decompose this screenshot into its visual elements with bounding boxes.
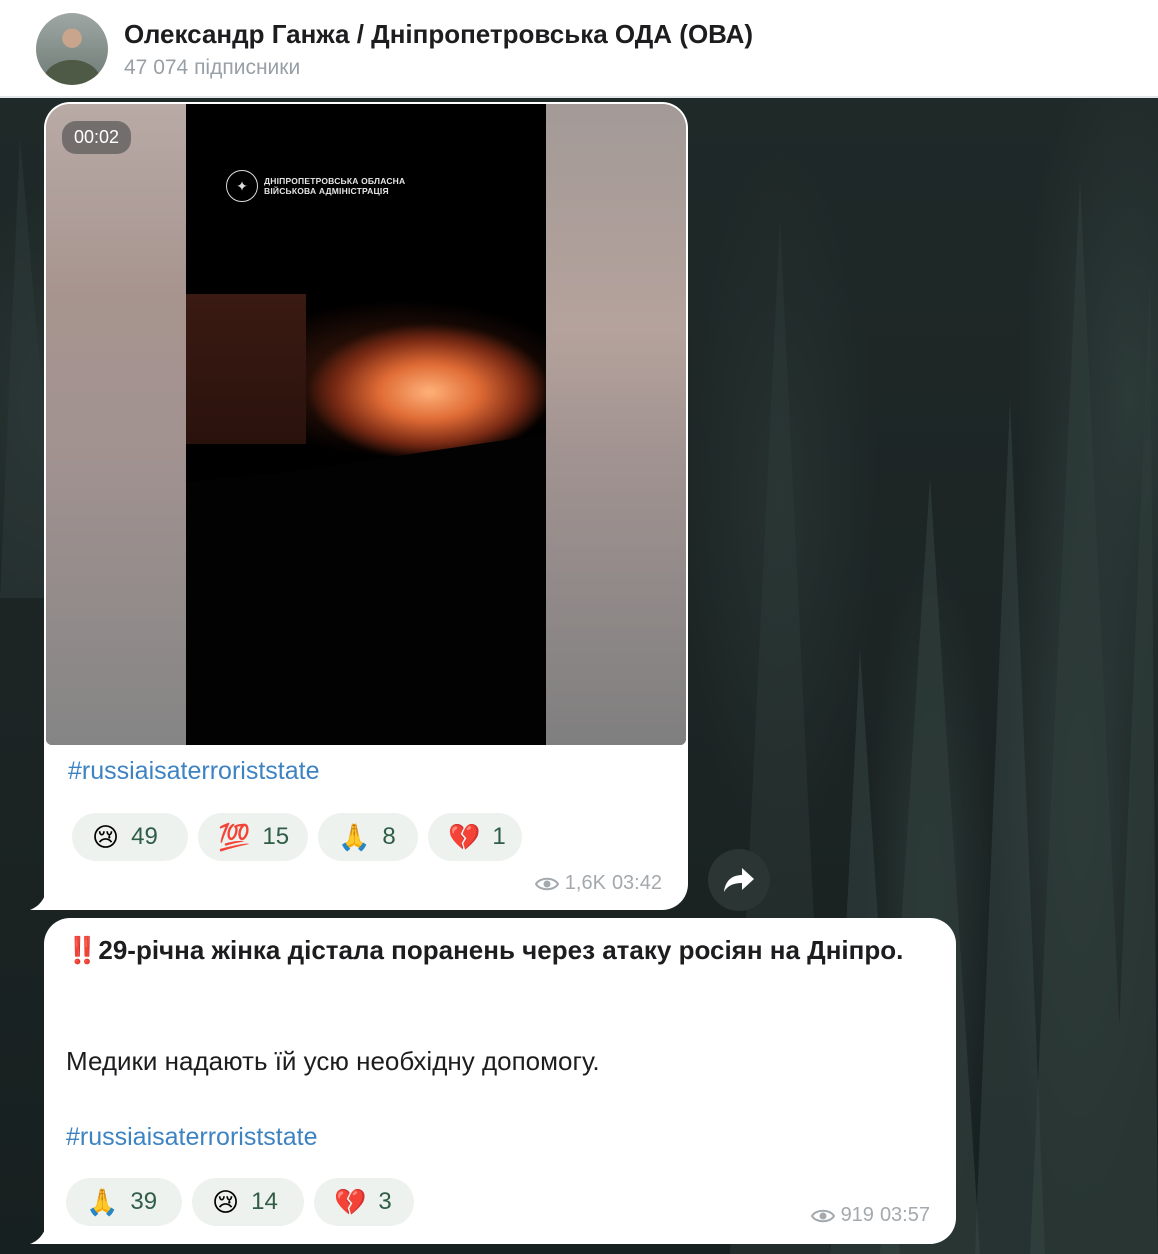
- video-blur-right: [546, 104, 686, 745]
- eye-icon: [534, 877, 559, 890]
- hashtag-link[interactable]: #russiaisaterroriststate: [66, 1123, 317, 1152]
- reaction-broken-heart[interactable]: 💔 3: [314, 1178, 414, 1226]
- reaction-count: 8: [382, 823, 396, 850]
- reaction-count: 14: [251, 1188, 278, 1215]
- dark-foreground: [186, 434, 546, 745]
- reaction-pray[interactable]: 🙏 8: [318, 813, 418, 861]
- logo-text: ДНІПРОПЕТРОВСЬКА ОБЛАСНА ВІЙСЬКОВА АДМІН…: [264, 176, 406, 196]
- message-bubble[interactable]: ✦ ДНІПРОПЕТРОВСЬКА ОБЛАСНА ВІЙСЬКОВА АДМ…: [44, 102, 688, 910]
- message-body: Медики надають їй усю необхідну допомогу…: [66, 1046, 600, 1076]
- video-logo: ✦ ДНІПРОПЕТРОВСЬКА ОБЛАСНА ВІЙСЬКОВА АДМ…: [226, 170, 405, 202]
- view-count: 919: [840, 1204, 874, 1226]
- share-arrow-icon: [724, 868, 754, 892]
- eye-icon: [810, 1209, 835, 1222]
- message-title-text: 29-річна жінка дістала поранень через ат…: [98, 935, 904, 965]
- double-exclamation-icon: ‼️: [66, 935, 99, 965]
- message-title: ‼️29-річна жінка дістала поранень через …: [66, 932, 946, 968]
- channel-avatar[interactable]: [36, 13, 108, 85]
- pray-emoji-icon: 🙏: [338, 821, 371, 852]
- cry-emoji-icon: 😢: [92, 821, 120, 852]
- reaction-hundred[interactable]: 💯 15: [198, 813, 308, 861]
- reactions-row: 😢 49 💯 15 🙏 8 💔 1: [72, 813, 522, 861]
- share-button[interactable]: [708, 849, 770, 911]
- reaction-count: 1: [492, 823, 506, 850]
- reaction-broken-heart[interactable]: 💔 1: [428, 813, 522, 861]
- hundred-emoji-icon: 💯: [218, 821, 251, 852]
- channel-header: Олександр Ганжа / Дніпропетровська ОДА (…: [0, 0, 1158, 98]
- reaction-count: 39: [130, 1188, 158, 1215]
- channel-title[interactable]: Олександр Ганжа / Дніпропетровська ОДА (…: [124, 19, 753, 50]
- hashtag-link[interactable]: #russiaisaterroriststate: [68, 757, 319, 786]
- video-attachment[interactable]: ✦ ДНІПРОПЕТРОВСЬКА ОБЛАСНА ВІЙСЬКОВА АДМ…: [46, 104, 686, 745]
- video-blur-left: [46, 104, 186, 745]
- reaction-cry[interactable]: 😢 14: [192, 1178, 304, 1226]
- reaction-count: 49: [131, 823, 158, 850]
- message-meta: 919 03:57: [810, 1204, 930, 1227]
- reaction-count: 15: [262, 823, 290, 850]
- coat-of-arms-icon: ✦: [226, 170, 258, 202]
- broken-heart-emoji-icon: 💔: [448, 821, 481, 852]
- message-time: 03:42: [611, 872, 662, 894]
- view-count: 1,6K: [564, 872, 606, 894]
- reaction-cry[interactable]: 😢 49: [72, 813, 188, 861]
- message-bubble[interactable]: ‼️29-річна жінка дістала поранень через …: [44, 918, 956, 1244]
- cry-emoji-icon: 😢: [212, 1186, 240, 1217]
- message-meta: 1,6K 03:42: [534, 872, 662, 895]
- video-frame[interactable]: ✦ ДНІПРОПЕТРОВСЬКА ОБЛАСНА ВІЙСЬКОВА АДМ…: [186, 104, 546, 745]
- video-duration: 00:02: [62, 121, 132, 154]
- reactions-row: 🙏 39 😢 14 💔 3: [66, 1178, 414, 1226]
- reaction-pray[interactable]: 🙏 39: [66, 1178, 182, 1226]
- pray-emoji-icon: 🙏: [86, 1186, 119, 1217]
- subscriber-count: 47 074 підписники: [124, 56, 301, 79]
- reaction-count: 3: [378, 1188, 392, 1215]
- broken-heart-emoji-icon: 💔: [334, 1186, 367, 1217]
- message-time: 03:57: [879, 1204, 930, 1226]
